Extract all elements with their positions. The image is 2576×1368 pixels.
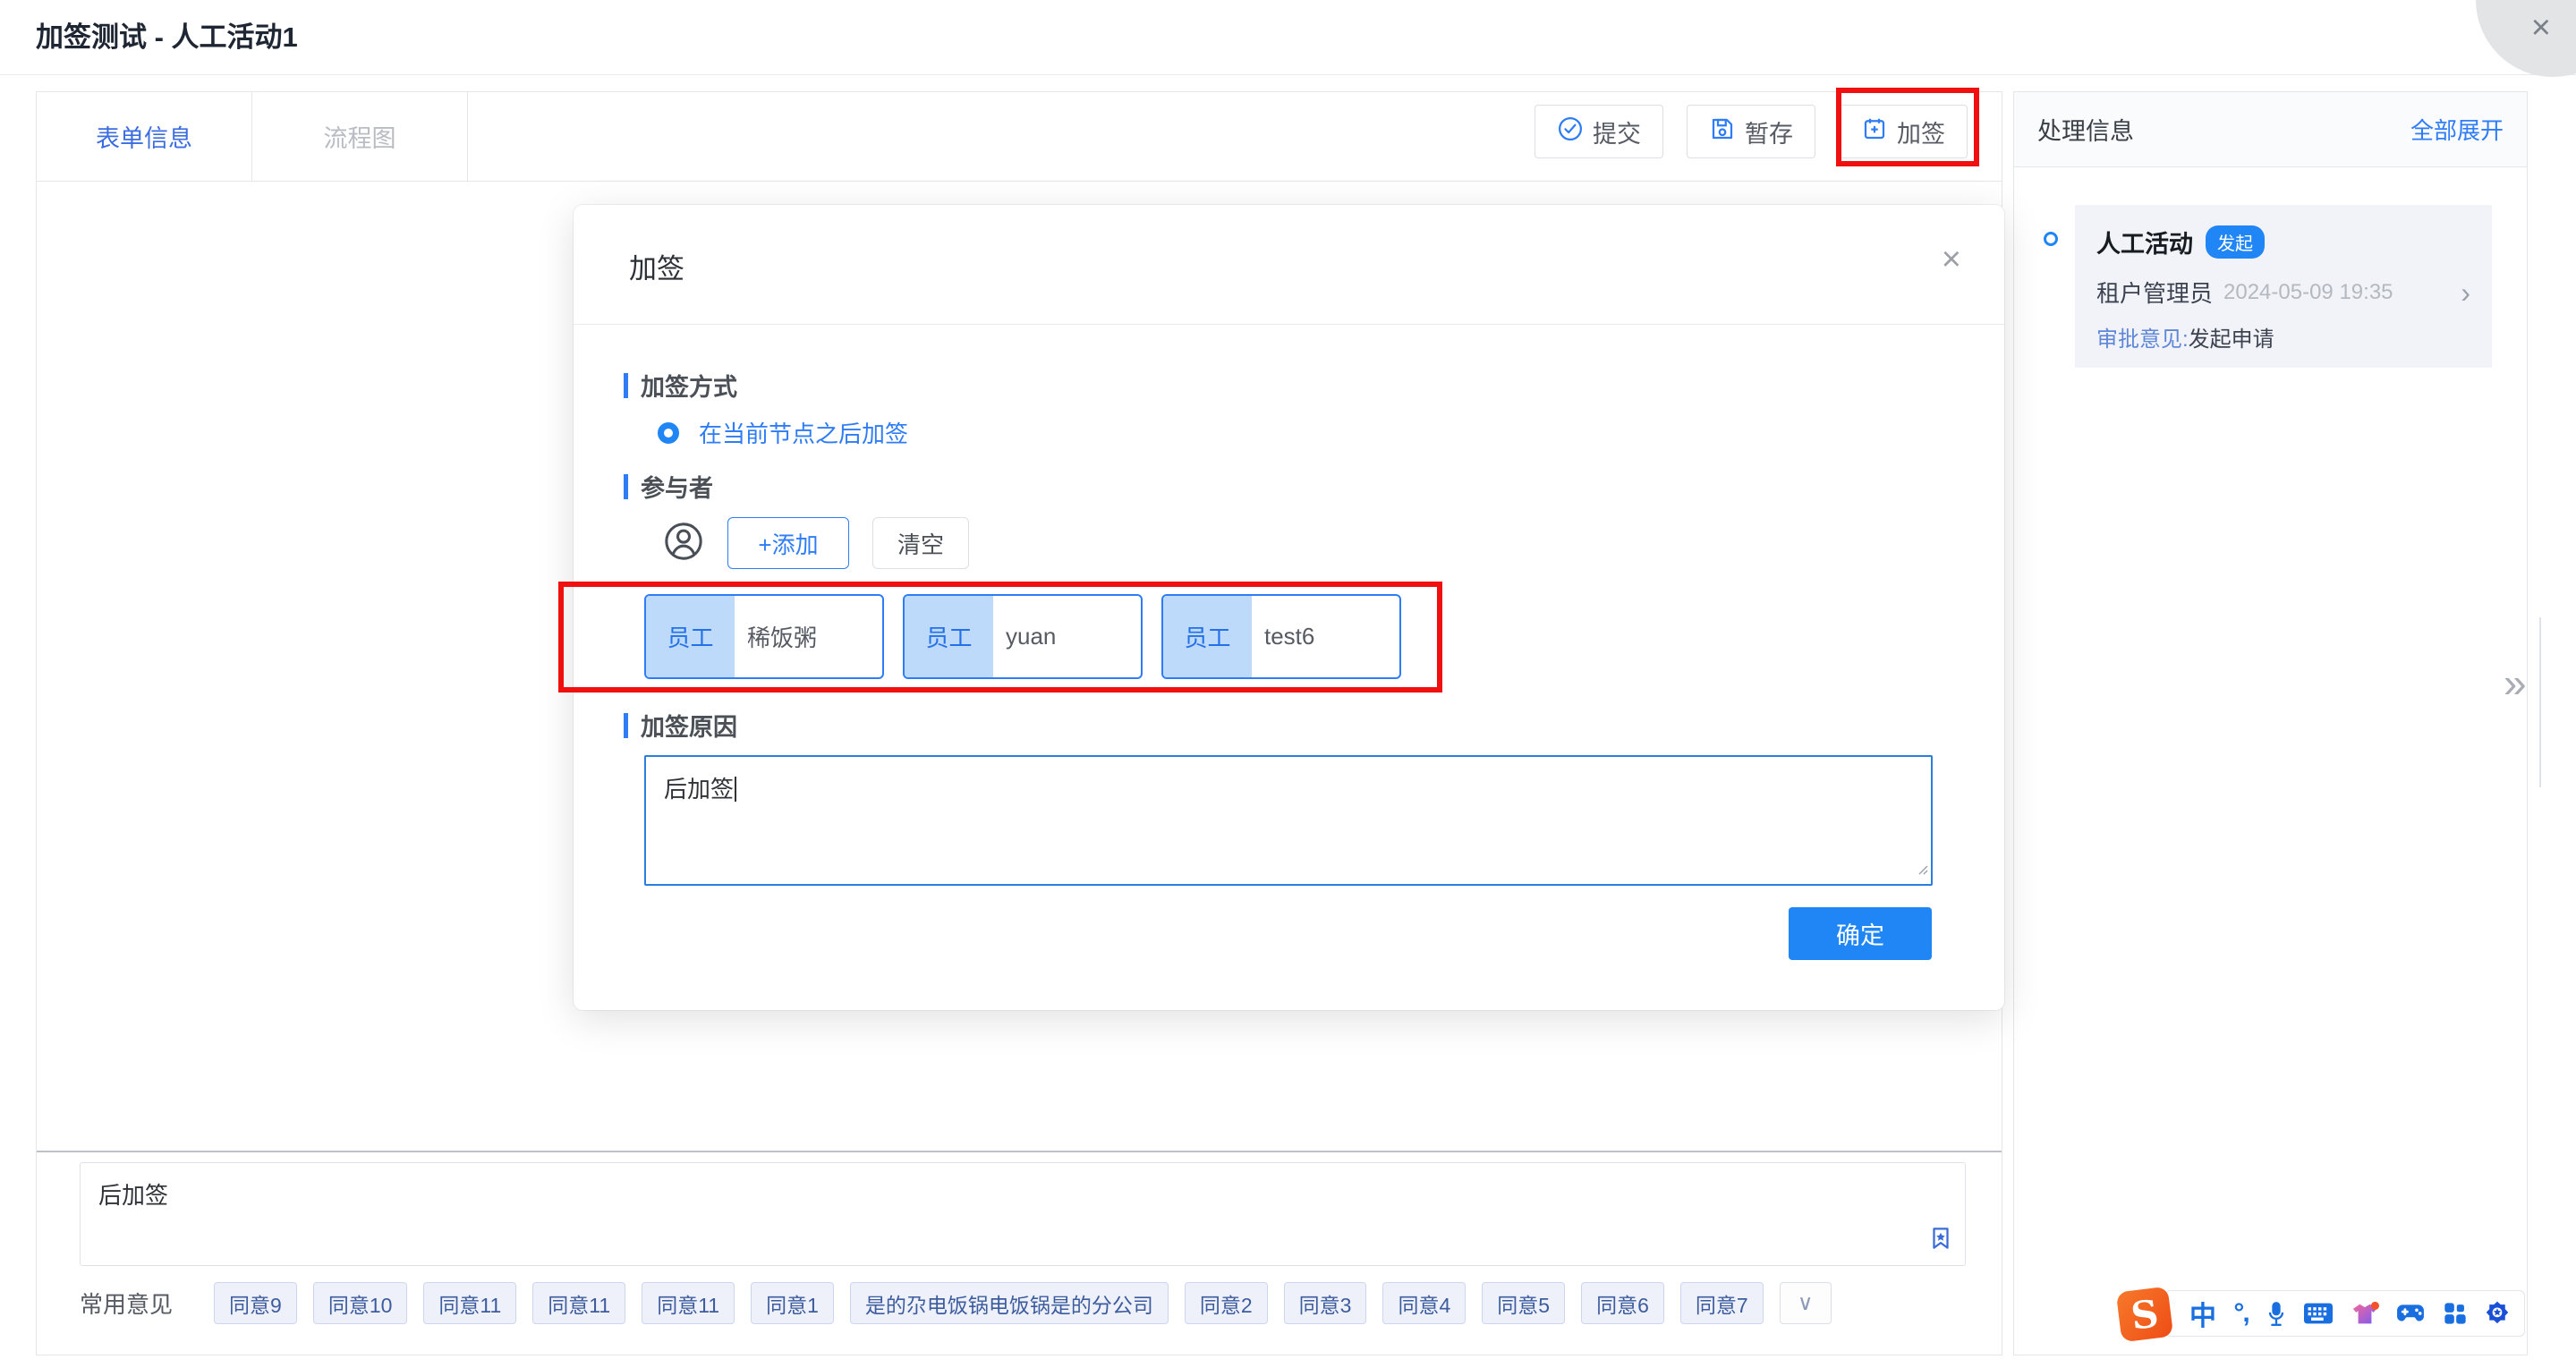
method-radio-option[interactable]: 在当前节点之后加签 [658,416,908,449]
participants-list: 员工 稀饭粥 员工 yuan 员工 test6 [644,594,1401,679]
chevron-right-icon[interactable]: › [2461,284,2470,302]
microphone-icon[interactable] [2266,1301,2287,1326]
window-titlebar: 加签测试 - 人工活动1 [0,0,2576,75]
process-item-card[interactable]: 人工活动 发起 租户管理员 2024-05-09 19:35 › 审批意见:发起… [2075,205,2492,368]
opinion-label: 审批意见: [2096,327,2189,352]
tab-bar: 表单信息 流程图 提交 暂存 加签 [37,92,2002,182]
action-toolbar: 提交 暂存 加签 [1535,105,1968,158]
tab-form-info[interactable]: 表单信息 [37,92,252,181]
process-panel-header: 处理信息 全部展开 [2014,92,2527,167]
common-opinion-button[interactable]: 同意5 [1482,1282,1565,1324]
modal-title: 加签 [629,246,684,286]
addsign-button[interactable]: 加签 [1839,105,1968,158]
participant-type-tag: 员工 [905,596,993,677]
add-participant-button[interactable]: +添加 [727,517,849,569]
opinion-value: 发起申请 [2189,327,2274,352]
stash-label: 暂存 [1745,115,1793,149]
addsign-modal: 加签 × 加签方式 在当前节点之后加签 参与者 +添加 清空 员工 稀饭粥 员工… [574,205,2004,1010]
common-opinion-button[interactable]: 同意7 [1680,1282,1764,1324]
method-section-label: 加签方式 [624,368,737,403]
sogou-logo[interactable]: S [2116,1287,2173,1343]
participant-name: yuan [993,596,1141,677]
window-title: 加签测试 - 人工活动1 [36,0,298,74]
process-time: 2024-05-09 19:35 [2223,280,2393,305]
common-opinion-button[interactable]: 同意1 [751,1282,834,1324]
tab-flowchart-label: 流程图 [324,119,396,154]
timeline-dot-icon [2044,232,2058,246]
check-circle-icon [1557,115,1584,149]
modal-body: 加签方式 在当前节点之后加签 参与者 +添加 清空 员工 稀饭粥 员工 yuan… [574,325,2004,1011]
user-avatar-icon [663,521,704,566]
common-opinion-button[interactable]: 同意3 [1284,1282,1367,1324]
common-opinions-label: 常用意见 [80,1287,173,1320]
confirm-button[interactable]: 确定 [1789,907,1932,960]
common-opinions-row: 常用意见 同意9 同意10 同意11 同意11 同意11 同意1 是的尕电饭锅电… [80,1282,1832,1324]
participants-controls: +添加 清空 [663,516,969,570]
addsign-label: 加签 [1897,115,1945,149]
modal-close-icon[interactable]: × [1942,241,1961,279]
reason-section-label: 加签原因 [624,708,737,743]
gamepad-icon[interactable] [2396,1303,2425,1324]
bottom-divider [37,1151,2002,1152]
submit-button[interactable]: 提交 [1535,105,1663,158]
participant-type-tag: 员工 [1163,596,1252,677]
ime-settings-icon[interactable] [2485,1301,2510,1326]
common-opinion-button[interactable]: 同意11 [642,1282,735,1324]
process-panel: 处理信息 全部展开 人工活动 发起 租户管理员 2024-05-09 19:35… [2013,91,2528,1355]
chevron-down-icon[interactable]: ∨ [1780,1282,1832,1324]
resize-grip-icon[interactable] [1916,854,1928,881]
participant-type-tag: 员工 [646,596,735,677]
reason-text: 后加签 [664,776,734,803]
participants-section-label: 参与者 [624,469,713,504]
apps-grid-icon[interactable] [2443,1301,2468,1326]
calendar-plus-icon [1861,115,1888,149]
radio-selected-icon[interactable] [658,422,679,444]
common-opinion-button[interactable]: 同意2 [1185,1282,1268,1324]
clear-participants-button[interactable]: 清空 [872,517,969,569]
collapse-panel-icon[interactable]: » [2504,659,2527,707]
text-caret [735,777,736,802]
tab-form-info-label: 表单信息 [96,119,192,154]
common-opinion-button[interactable]: 同意4 [1382,1282,1466,1324]
reason-textarea[interactable]: 后加签 [644,755,1933,886]
comment-text: 后加签 [98,1182,168,1209]
process-node-name: 人工活动 [2096,225,2193,259]
bookmark-star-icon[interactable] [1927,1225,1954,1258]
expand-all-link[interactable]: 全部展开 [2410,113,2504,146]
ime-chinese-mode-icon[interactable]: 中 [2189,1294,2216,1333]
stash-button[interactable]: 暂存 [1687,105,1815,158]
participant-card[interactable]: 员工 稀饭粥 [644,594,884,679]
method-option-label: 在当前节点之后加签 [699,416,908,449]
ime-punctuation-icon[interactable]: °, [2233,1298,2248,1329]
tab-flowchart[interactable]: 流程图 [252,92,468,181]
process-user: 租户管理员 [2096,276,2213,309]
common-opinion-button[interactable]: 同意11 [423,1282,516,1324]
comment-input[interactable]: 后加签 [80,1162,1966,1266]
common-opinion-button[interactable]: 同意9 [214,1282,297,1324]
common-opinion-button[interactable]: 同意11 [532,1282,625,1324]
save-icon [1709,115,1736,149]
participant-card[interactable]: 员工 test6 [1161,594,1401,679]
status-badge: 发起 [2206,225,2265,259]
modal-header: 加签 × [574,205,2004,325]
keyboard-icon[interactable] [2304,1303,2333,1324]
submit-label: 提交 [1593,115,1641,149]
ime-toolbar: 中 °, [2165,1290,2525,1337]
skin-tshirt-icon[interactable] [2351,1301,2379,1326]
splitter-line [2539,617,2541,787]
common-opinion-button[interactable]: 是的尕电饭锅电饭锅是的分公司 [850,1282,1169,1324]
participant-name: 稀饭粥 [735,596,882,677]
participant-card[interactable]: 员工 yuan [903,594,1143,679]
common-opinion-button[interactable]: 同意10 [313,1282,408,1324]
close-icon[interactable]: × [2531,9,2551,47]
common-opinion-button[interactable]: 同意6 [1581,1282,1664,1324]
process-panel-title: 处理信息 [2037,112,2134,147]
participant-name: test6 [1252,596,1399,677]
